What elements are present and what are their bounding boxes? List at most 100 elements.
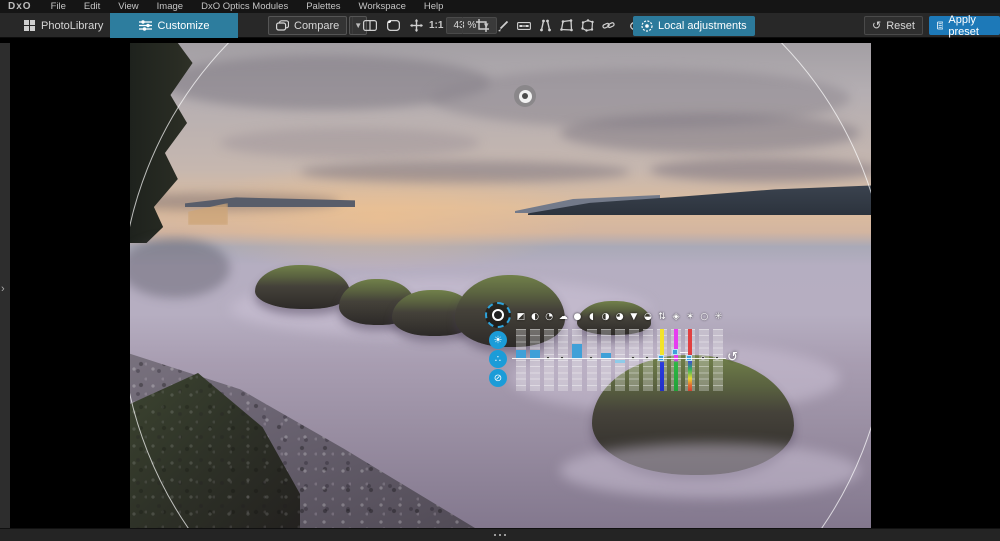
highlights-slider-column[interactable] (558, 329, 568, 391)
grid-icon (24, 20, 35, 31)
control-point-anchor[interactable] (514, 85, 536, 107)
menu-item-help[interactable]: Help (415, 1, 453, 12)
menu-item-view[interactable]: View (109, 1, 147, 12)
pan-button[interactable] (406, 16, 426, 36)
exposure-icon: ◩ (515, 312, 527, 322)
divider (352, 17, 353, 34)
link-icon (602, 20, 615, 31)
tab-photolibrary[interactable]: PhotoLibrary (12, 13, 115, 38)
reset-button[interactable]: ↺ Reset (864, 16, 923, 35)
detail-icon: ⊘ (494, 373, 502, 384)
whites-value-bar[interactable] (615, 360, 625, 363)
horizon-tool-button[interactable] (514, 16, 534, 36)
tab-customize[interactable]: Customize (110, 13, 238, 38)
anchor-dot (522, 93, 528, 99)
move-icon (410, 19, 423, 32)
tab-customize-label: Customize (158, 20, 210, 32)
menu-item-image[interactable]: Image (148, 1, 192, 12)
brush-tool-button[interactable] (493, 16, 513, 36)
local-adjustments-button[interactable]: Local adjustments (633, 16, 755, 36)
horizon-icon (517, 21, 531, 31)
menu-item-file[interactable]: File (42, 1, 75, 12)
midtones-slider-column[interactable] (572, 329, 582, 391)
split-view-button[interactable] (360, 16, 380, 36)
split-view-icon (363, 20, 377, 31)
bottom-bar (0, 528, 1000, 541)
control-point-radius-circle[interactable] (130, 43, 871, 528)
light-category-button[interactable]: ☀ (489, 331, 507, 349)
midtones-value-bar[interactable] (572, 344, 582, 359)
crop-icon (476, 19, 489, 32)
zoom-1to1-button[interactable]: 1:1 (429, 16, 443, 36)
hue-icon: ✶ (684, 312, 696, 322)
menu-items-host: FileEditViewImageDxO Optics ModulesPalet… (42, 1, 453, 12)
left-panel-collapsed: › (0, 43, 10, 528)
detail-category-button[interactable]: ⊘ (489, 369, 507, 387)
menu-item-dxo-optics-modules[interactable]: DxO Optics Modules (192, 1, 297, 12)
exposure-slider-column[interactable] (516, 329, 526, 391)
app-window: DxO FileEditViewImageDxO Optics ModulesP… (0, 0, 1000, 541)
free-perspective-tool-button[interactable] (577, 16, 597, 36)
midtones-icon: ● (571, 312, 583, 322)
preset-icon (937, 20, 943, 31)
color-triad-icon: ∴ (495, 354, 501, 365)
menu-item-palettes[interactable]: Palettes (297, 1, 349, 12)
sharpness-icon: ✳ (712, 312, 724, 322)
expand-left-panel-chevron-icon[interactable]: › (1, 283, 5, 295)
brush-icon (497, 20, 509, 32)
free-perspective-icon (581, 19, 594, 32)
full-image-button[interactable] (383, 16, 403, 36)
saturation-icon: ◒ (642, 312, 654, 322)
target-inner (492, 309, 504, 321)
reset-label: Reset (886, 20, 915, 32)
blur-icon: ○ (698, 312, 710, 322)
blur-slider-column[interactable] (699, 329, 709, 391)
toolbar: PhotoLibrary Customize Compare (0, 13, 1000, 38)
temperature-icon: ⇅ (656, 312, 668, 322)
compare-icon (276, 20, 289, 31)
equalizer-target-button[interactable] (485, 302, 511, 328)
whites-icon: ◕ (614, 312, 626, 322)
force-parallel-tool-button[interactable] (535, 16, 555, 36)
sun-icon: ☀ (494, 335, 503, 346)
photo-viewport[interactable]: ☀ ∴ ⊘ ◩◐◔☁●◖◑◕▼◒⇅◈✶○✳ ↺ (130, 43, 871, 528)
local-adjustments-label: Local adjustments (658, 20, 747, 32)
saturation-slider-column[interactable] (643, 329, 653, 391)
contrast-icon: ◐ (529, 312, 541, 322)
tint-gradient-strip (674, 329, 678, 391)
color-category-button[interactable]: ∴ (489, 350, 507, 368)
rectangle-perspective-icon (560, 19, 573, 32)
dxo-logo: DxO (0, 1, 42, 12)
reset-icon: ↺ (872, 19, 881, 32)
filmstrip-splitter-handle[interactable] (494, 534, 496, 536)
contrast-slider-column[interactable] (530, 329, 540, 391)
tint-handle[interactable] (672, 349, 678, 355)
blacks-slider-column[interactable] (601, 329, 611, 391)
rectangle-perspective-tool-button[interactable] (556, 16, 576, 36)
shadows-slider-column[interactable] (587, 329, 597, 391)
compare-label: Compare (294, 20, 339, 32)
editor-canvas: › (0, 38, 1000, 541)
tint-icon: ◈ (670, 312, 682, 322)
local-adjustment-equalizer: ☀ ∴ ⊘ ◩◐◔☁●◖◑◕▼◒⇅◈✶○✳ ↺ (484, 301, 748, 401)
microcontrast-icon: ◔ (543, 312, 555, 322)
sliders-icon (139, 20, 152, 31)
zoom-1to1-label: 1:1 (429, 20, 443, 31)
divider (462, 17, 463, 34)
apply-preset-label: Apply preset (948, 14, 992, 38)
menu-bar: DxO FileEditViewImageDxO Optics ModulesP… (0, 0, 1000, 13)
vibrance-slider-column[interactable] (629, 329, 639, 391)
blacks-icon: ◑ (600, 312, 612, 322)
sharpness-slider-column[interactable] (713, 329, 723, 391)
highlights-icon: ☁ (557, 312, 569, 322)
anchor-ring (519, 90, 532, 103)
link-tool-button[interactable] (598, 16, 618, 36)
compare-button[interactable]: Compare (268, 16, 347, 35)
crop-tool-button[interactable] (472, 16, 492, 36)
microcontrast-slider-column[interactable] (544, 329, 554, 391)
equalizer-reset-icon[interactable]: ↺ (727, 350, 738, 365)
menu-item-workspace[interactable]: Workspace (350, 1, 415, 12)
menu-item-edit[interactable]: Edit (75, 1, 109, 12)
shadows-icon: ◖ (586, 312, 598, 322)
apply-preset-button[interactable]: Apply preset (929, 16, 1000, 35)
